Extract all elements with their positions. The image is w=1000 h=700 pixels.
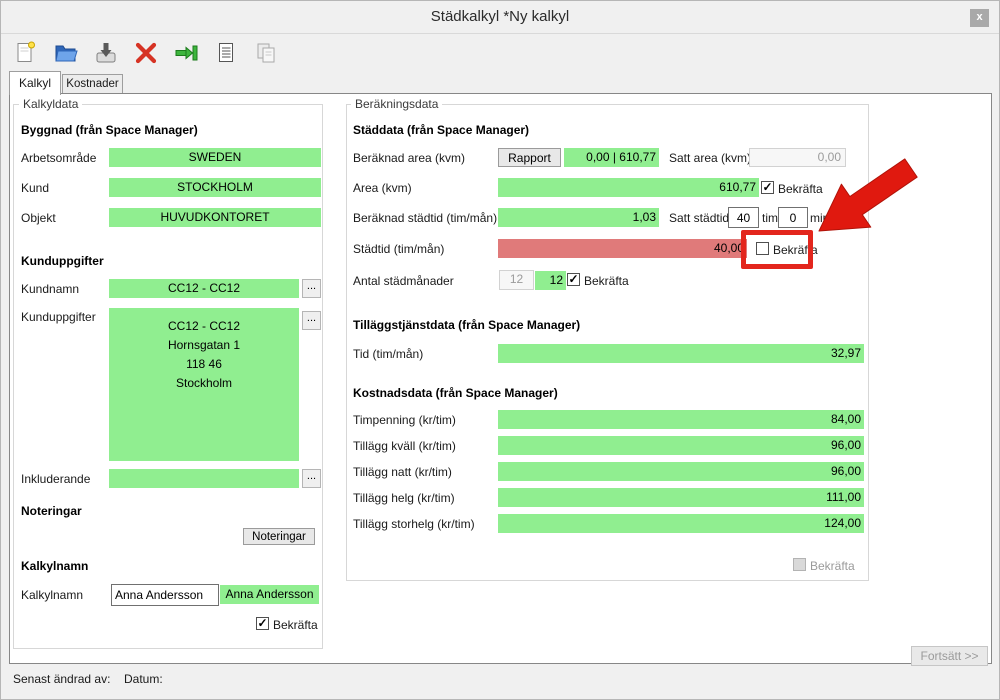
beraknad-stadtid-label: Beräknad städtid (tim/mån) <box>353 211 497 225</box>
antal-field: 12 <box>535 271 566 290</box>
noteringar-button[interactable]: Noteringar <box>243 528 315 545</box>
beraknad-area-field: 0,00 | 610,77 <box>564 148 659 167</box>
kunduppgifter-line: 118 46 <box>109 355 299 374</box>
kunduppgifter-line: Stockholm <box>109 374 299 393</box>
stadtid-label: Städtid (tim/mån) <box>353 242 444 256</box>
kunduppgifter-label: Kunduppgifter <box>21 310 96 324</box>
berakningsdata-group-label: Beräkningsdata <box>351 97 442 111</box>
open-icon[interactable] <box>53 40 79 66</box>
senast-andrad-label: Senast ändrad av: <box>13 672 110 686</box>
red-arrow-annotation <box>806 149 926 239</box>
kunduppgifter-browse-button[interactable]: ... <box>302 311 321 330</box>
tid-label: Tid (tim/mån) <box>353 347 423 361</box>
kunduppgifter-line: Hornsgatan 1 <box>109 336 299 355</box>
objekt-label: Objekt <box>21 211 56 225</box>
satt-stadtid-min-input[interactable] <box>778 207 808 228</box>
satt-stadtid-tim-input[interactable] <box>728 207 759 228</box>
report-icon[interactable] <box>213 40 239 66</box>
timpenning-field: 84,00 <box>498 410 864 429</box>
tillagg-natt-label: Tillägg natt (kr/tim) <box>353 465 452 479</box>
highlight-rectangle-annotation <box>741 230 813 269</box>
window-title: Städkalkyl *Ny kalkyl <box>1 1 999 32</box>
new-icon[interactable] <box>13 40 39 66</box>
antal-set-field: 12 <box>499 270 534 290</box>
tillagg-natt-field: 96,00 <box>498 462 864 481</box>
kalkylnamn-bekrafta-checkbox[interactable]: ✓ <box>256 617 269 630</box>
staddata-heading: Städdata (från Space Manager) <box>353 123 529 137</box>
area-label: Area (kvm) <box>353 181 412 195</box>
noteringar-heading: Noteringar <box>21 504 82 518</box>
tillagg-storhelg-label: Tillägg storhelg (kr/tim) <box>353 517 475 531</box>
kunduppgifter-field: CC12 - CC12 Hornsgatan 1 118 46 Stockhol… <box>109 308 299 461</box>
satt-stadtid-label: Satt städtid <box>669 211 729 225</box>
delete-icon[interactable] <box>133 40 159 66</box>
inkluderande-label: Inkluderande <box>21 472 90 486</box>
beraknad-stadtid-field: 1,03 <box>498 208 659 227</box>
tillagg-helg-field: 111,00 <box>498 488 864 507</box>
tab-kalkyl[interactable]: Kalkyl <box>9 71 61 95</box>
tillagg-kvall-field: 96,00 <box>498 436 864 455</box>
kund-field: STOCKHOLM <box>109 178 321 197</box>
bottom-bekrafta-checkbox <box>793 558 806 571</box>
kalkylnamn-input[interactable] <box>111 584 219 606</box>
tillaggstjanst-heading: Tilläggstjänstdata (från Space Manager) <box>353 318 580 332</box>
kalkylnamn-label: Kalkylnamn <box>21 588 83 602</box>
tab-kostnader[interactable]: Kostnader <box>62 74 123 93</box>
kalkylnamn-bekrafta-label: Bekräfta <box>273 618 318 632</box>
kalkylnamn-heading: Kalkylnamn <box>21 559 88 573</box>
tillagg-kvall-label: Tillägg kväll (kr/tim) <box>353 439 456 453</box>
rapport-button[interactable]: Rapport <box>498 148 561 167</box>
kunduppgifter-line: CC12 - CC12 <box>109 317 299 336</box>
kund-label: Kund <box>21 181 49 195</box>
objekt-field: HUVUDKONTORET <box>109 208 321 227</box>
inkluderande-browse-button[interactable]: ... <box>302 469 321 488</box>
copy-icon[interactable] <box>253 40 279 66</box>
kostnadsdata-heading: Kostnadsdata (från Space Manager) <box>353 386 558 400</box>
title-bar: Städkalkyl *Ny kalkyl <box>1 1 999 34</box>
berakningsdata-group <box>346 104 869 581</box>
timpenning-label: Timpenning (kr/tim) <box>353 413 456 427</box>
kundnamn-label: Kundnamn <box>21 282 79 296</box>
antal-stadmanader-label: Antal städmånader <box>353 274 454 288</box>
area-bekrafta-checkbox[interactable]: ✓ <box>761 181 774 194</box>
datum-label: Datum: <box>124 672 163 686</box>
status-bar: Senast ändrad av: Datum: <box>1 664 999 700</box>
inkluderande-field <box>109 469 299 488</box>
kundnamn-browse-button[interactable]: ... <box>302 279 321 298</box>
close-icon[interactable]: x <box>970 9 989 27</box>
tillagg-storhelg-field: 124,00 <box>498 514 864 533</box>
kundnamn-field: CC12 - CC12 <box>109 279 299 298</box>
toolbar <box>13 37 279 69</box>
save-icon[interactable] <box>93 40 119 66</box>
tid-field: 32,97 <box>498 344 864 363</box>
building-heading: Byggnad (från Space Manager) <box>21 123 198 137</box>
bottom-bekrafta-label: Bekräfta <box>810 559 855 573</box>
kalkyldata-group-label: Kalkyldata <box>19 97 82 111</box>
kunduppgifter-heading: Kunduppgifter <box>21 254 104 268</box>
beraknad-area-label: Beräknad area (kvm) <box>353 151 465 165</box>
kalkylnamn-field: Anna Andersson <box>220 585 319 604</box>
antal-bekrafta-label: Bekräfta <box>584 274 629 288</box>
arbetsomrade-field: SWEDEN <box>109 148 321 167</box>
fortsatt-button[interactable]: Fortsätt >> <box>911 646 988 666</box>
arbetsomrade-label: Arbetsområde <box>21 151 96 165</box>
satt-area-label: Satt area (kvm) <box>669 151 751 165</box>
app-window: Städkalkyl *Ny kalkyl x <box>0 0 1000 700</box>
antal-bekrafta-checkbox[interactable]: ✓ <box>567 273 580 286</box>
stadtid-field: 40,00 <box>498 239 747 258</box>
import-icon[interactable] <box>173 40 199 66</box>
area-field: 610,77 <box>498 178 759 197</box>
tim-label: tim <box>762 211 778 225</box>
tillagg-helg-label: Tillägg helg (kr/tim) <box>353 491 455 505</box>
